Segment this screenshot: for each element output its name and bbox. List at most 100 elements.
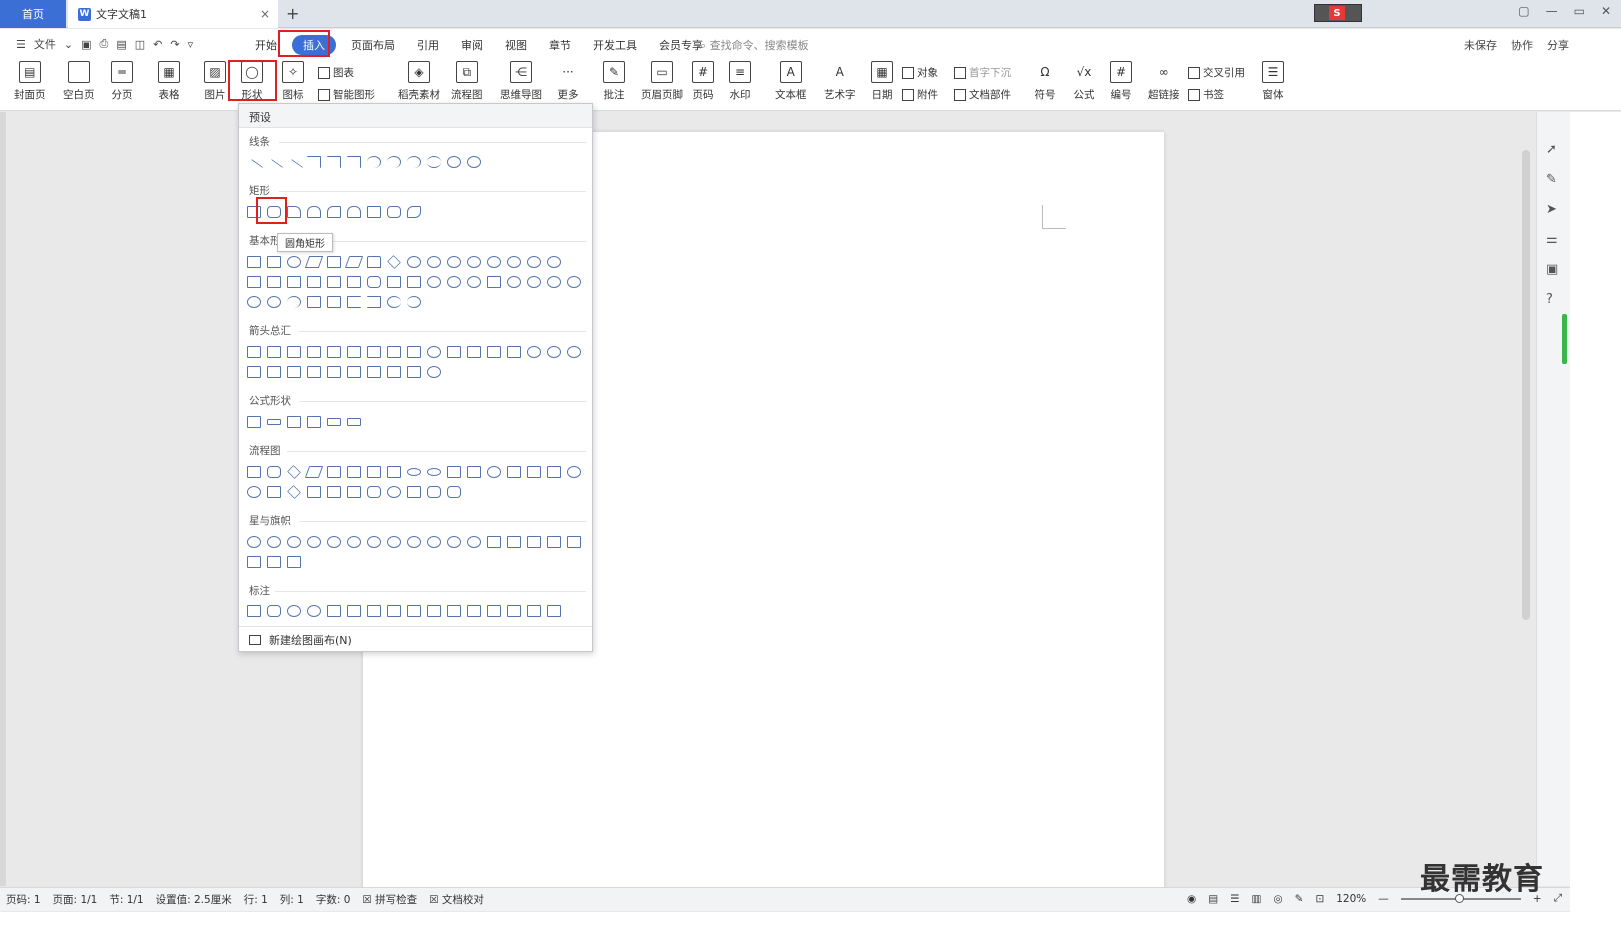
quick-access-more-icon[interactable]: ▿	[188, 38, 194, 51]
vertical-scrollbar[interactable]	[1519, 116, 1533, 848]
round-same-side-rectangle-shape[interactable]	[307, 206, 321, 218]
dropcap-button[interactable]: 首字下沉	[954, 65, 1011, 80]
layout-icon[interactable]: ▢	[1518, 4, 1529, 18]
tab-review[interactable]: 审阅	[450, 35, 494, 55]
scrollbar-thumb[interactable]	[1522, 150, 1530, 620]
minimize-icon[interactable]: —	[1546, 4, 1558, 18]
material-button[interactable]: ◈ 稻壳素材	[398, 61, 440, 102]
tab-page-layout[interactable]: 页面布局	[340, 35, 406, 55]
redo-icon[interactable]: ↷	[170, 38, 179, 51]
web-view-icon[interactable]: ◎	[1273, 893, 1282, 905]
wordart-button[interactable]: A 艺术字	[824, 61, 856, 102]
file-menu[interactable]: 文件	[34, 36, 56, 52]
elbow-double-arrow-shape[interactable]	[347, 156, 361, 168]
more-button[interactable]: ··· 更多	[557, 61, 579, 102]
page-number-button[interactable]: # 页码	[692, 61, 714, 102]
preview-icon[interactable]: ◫	[135, 38, 145, 51]
icon-library-button[interactable]: ✧ 图标	[282, 61, 304, 102]
curve-connector-shape[interactable]	[367, 156, 381, 168]
side-handle[interactable]	[1562, 314, 1567, 364]
smart-graphic-button[interactable]: 智能图形	[318, 87, 375, 102]
tab-view[interactable]: 视图	[494, 35, 538, 55]
tab-chapter[interactable]: 章节	[538, 35, 582, 55]
mindmap-button[interactable]: ⋲ 思维导图	[500, 61, 542, 102]
formula-button[interactable]: √x 公式	[1073, 61, 1095, 102]
zoom-out-icon[interactable]: —	[1378, 893, 1389, 905]
write-icon[interactable]: ✎	[1295, 893, 1304, 905]
command-search[interactable]: ⌕ 查找命令、搜索模板	[700, 37, 809, 53]
zoom-level[interactable]: 120%	[1336, 893, 1366, 905]
hyperlink-button[interactable]: ∞ 超链接	[1148, 61, 1180, 102]
new-tab-button[interactable]: +	[286, 4, 299, 23]
docpart-button[interactable]: 文档部件	[954, 87, 1011, 102]
proofread-button[interactable]: ☒ 文档校对	[423, 892, 490, 907]
bookmark-button[interactable]: 书签	[1188, 87, 1224, 102]
undo-icon[interactable]: ↶	[153, 38, 162, 51]
tab-references[interactable]: 引用	[406, 35, 450, 55]
elbow-connector-shape[interactable]	[307, 156, 321, 168]
tab-developer[interactable]: 开发工具	[582, 35, 648, 55]
scribble-shape[interactable]	[467, 156, 481, 168]
new-canvas-item[interactable]: 新建绘图画布(N)	[239, 626, 592, 652]
share-button[interactable]: 分享	[1547, 37, 1569, 53]
close-window-icon[interactable]: ✕	[1601, 4, 1611, 18]
read-view-icon[interactable]: ▥	[1252, 893, 1262, 905]
chart-button[interactable]: 图表	[318, 65, 354, 80]
curve-double-arrow-shape[interactable]	[407, 156, 421, 168]
watermark-button[interactable]: ≡ 水印	[729, 61, 751, 102]
snip-rectangle-shape[interactable]	[287, 206, 301, 218]
freeform-shape[interactable]	[447, 156, 461, 168]
picture-button[interactable]: ▨ 图片	[204, 61, 226, 102]
save-icon[interactable]: ▣	[81, 38, 91, 51]
hamburger-icon[interactable]: ☰	[16, 38, 26, 51]
textbox-button[interactable]: A 文本框	[775, 61, 807, 102]
tab-document[interactable]: W 文字文稿1 ×	[68, 0, 278, 28]
date-button[interactable]: ▦ 日期	[871, 61, 893, 102]
print-preview-icon[interactable]: ⎙	[100, 37, 109, 51]
sogou-ime-icon[interactable]: S	[1329, 6, 1345, 20]
page-view-icon[interactable]: ▤	[1208, 893, 1218, 905]
form-button[interactable]: ☰ 窗体	[1262, 61, 1284, 102]
print-icon[interactable]: ▤	[116, 38, 126, 51]
header-footer-button[interactable]: ▭ 页眉页脚	[641, 61, 683, 102]
eye-icon[interactable]: ◉	[1187, 893, 1196, 905]
table-button[interactable]: ▦ 表格	[158, 61, 180, 102]
tab-home[interactable]: 首页	[0, 0, 66, 28]
cover-page-button[interactable]: ▤ 封面页	[14, 61, 46, 102]
line-shape[interactable]	[244, 159, 264, 177]
help-icon[interactable]: ?	[1546, 292, 1553, 307]
rocket-icon[interactable]: ➚	[1546, 142, 1557, 157]
fit-icon[interactable]: ⊡	[1315, 893, 1324, 905]
sliders-icon[interactable]: ⚌	[1546, 232, 1558, 247]
double-arrow-line-shape[interactable]	[284, 159, 304, 177]
chevron-down-icon[interactable]: ⌄	[64, 38, 73, 51]
round-diagonal-rectangle-shape[interactable]	[407, 206, 421, 218]
curve-shape[interactable]	[427, 156, 441, 168]
status-word-count[interactable]: 字数: 0	[310, 892, 357, 907]
round-top-rectangle-shape[interactable]	[347, 206, 361, 218]
symbol-button[interactable]: Ω 符号	[1034, 61, 1056, 102]
blank-page-button[interactable]: 空白页	[63, 61, 95, 102]
archive-icon[interactable]: ▣	[1546, 262, 1558, 277]
curve-arrow-shape[interactable]	[387, 156, 401, 168]
crossref-button[interactable]: 交叉引用	[1188, 65, 1245, 80]
object-button[interactable]: 对象	[902, 65, 938, 80]
numbering-button[interactable]: # 编号	[1110, 61, 1132, 102]
unsaved-button[interactable]: 未保存	[1464, 37, 1497, 53]
attachment-button[interactable]: 附件	[902, 87, 938, 102]
arrow-line-shape[interactable]	[264, 159, 284, 177]
fullscreen-icon[interactable]: ⤢	[1554, 892, 1562, 905]
collaborate-button[interactable]: 协作	[1511, 37, 1533, 53]
restore-icon[interactable]: ▭	[1574, 4, 1585, 18]
round-corner-rectangle-shape[interactable]	[387, 206, 401, 218]
pointer-icon[interactable]: ➤	[1546, 202, 1557, 217]
close-tab-icon[interactable]: ×	[260, 7, 270, 21]
pen-icon[interactable]: ✎	[1546, 172, 1557, 187]
page-break-button[interactable]: ═ 分页	[111, 61, 133, 102]
spell-check-button[interactable]: ☒ 拼写检查	[356, 892, 423, 907]
elbow-arrow-shape[interactable]	[327, 156, 341, 168]
comment-button[interactable]: ✎ 批注	[603, 61, 625, 102]
snip-diagonal-rectangle-shape[interactable]	[327, 206, 341, 218]
outline-view-icon[interactable]: ☰	[1230, 893, 1239, 905]
plain-rectangle-shape[interactable]	[367, 206, 381, 218]
